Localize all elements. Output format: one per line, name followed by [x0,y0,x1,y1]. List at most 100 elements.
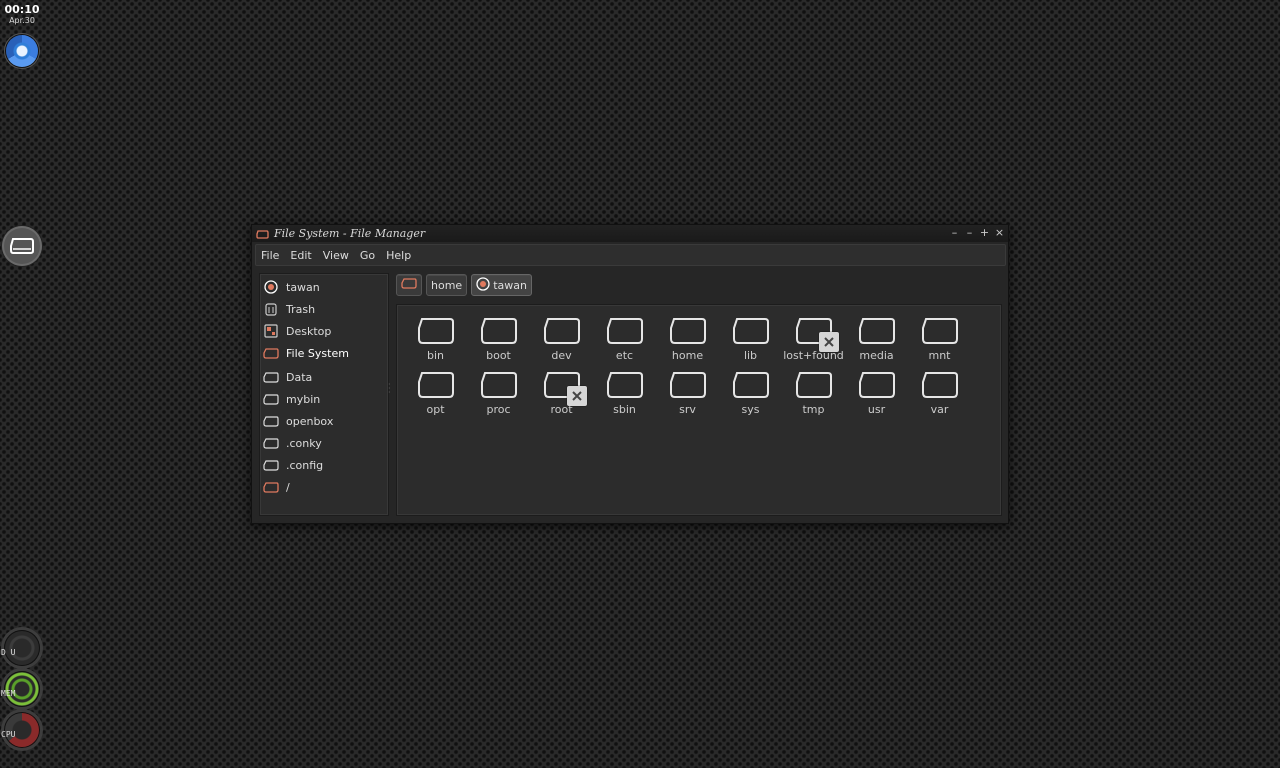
sidebar-item-desktop[interactable]: Desktop [260,320,388,342]
sidebar-item-openbox[interactable]: openbox [260,410,388,432]
sidebar-item-conky[interactable]: .conky [260,432,388,454]
menu-view[interactable]: View [318,249,355,262]
chromium-icon[interactable] [6,35,38,67]
sidebar-item-label: tawan [286,280,320,294]
path-bar: home tawan [396,274,532,296]
menu-help[interactable]: Help [381,249,417,262]
sidebar: tawan Trash Desktop File System Data myb… [259,273,389,516]
folder-icon [858,371,896,399]
folder-icon [263,414,279,428]
window-title: File System - File Manager [274,227,426,240]
folder-item[interactable]: srv [656,371,719,416]
drive-icon[interactable] [2,226,42,266]
folder-name: bin [426,349,444,362]
sidebar-item-label: / [286,480,290,494]
window-titlebar[interactable]: File System - File Manager – – + × [252,225,1008,242]
sidebar-item-tawan[interactable]: tawan [260,276,388,298]
clock-time: 00:10 [4,3,40,16]
path-button-root[interactable] [396,274,422,296]
folder-icon [417,371,455,399]
folder-item[interactable]: home [656,317,719,362]
file-view[interactable]: bin boot dev etc home lib lost+found med… [396,304,1002,516]
locked-emblem-icon [818,332,839,352]
folder-icon [263,392,279,406]
folder-item[interactable]: lost+found [782,317,845,362]
sidebar-item-label: Trash [286,302,316,316]
path-button-label: home [431,278,463,292]
folder-icon [732,317,770,345]
folder-item[interactable]: etc [593,317,656,362]
folder-name: tmp [802,403,825,416]
folder-icon [263,436,279,450]
folder-item[interactable]: tmp [782,371,845,416]
folder-icon [480,371,518,399]
folder-name: sys [741,403,760,416]
gauge-label: MEM [1,689,16,698]
sidebar-item-data[interactable]: Data [260,366,388,388]
trash-icon [263,302,279,316]
sidebar-item-mybin[interactable]: mybin [260,388,388,410]
sidebar-item-root[interactable]: / [260,476,388,498]
folder-name: var [930,403,949,416]
folder-item[interactable]: sys [719,371,782,416]
folder-item[interactable]: bin [404,317,467,362]
folder-icon [606,371,644,399]
drive-icon [263,480,279,494]
desktop-icon [263,324,279,338]
shade-button[interactable]: – [949,226,960,239]
folder-icon [795,371,833,399]
path-button-home[interactable]: home [426,274,468,296]
folder-item[interactable]: mnt [908,317,971,362]
file-manager-window: File System - File Manager – – + × File … [251,224,1009,524]
pane-splitter[interactable]: · · · [388,381,392,397]
file-grid: bin boot dev etc home lib lost+found med… [404,317,971,416]
folder-name: boot [486,349,511,362]
folder-item[interactable]: proc [467,371,530,416]
folder-item[interactable]: opt [404,371,467,416]
sidebar-item-config[interactable]: .config [260,454,388,476]
home-icon [263,280,279,294]
sidebar-item-label: .conky [286,436,322,450]
menu-edit[interactable]: Edit [285,249,317,262]
sidebar-item-label: Data [286,370,313,384]
folder-icon [858,317,896,345]
folder-item[interactable]: usr [845,371,908,416]
folder-icon [732,371,770,399]
folder-name: home [671,349,704,362]
cpu-gauge: CPU [1,712,40,748]
folder-icon [543,317,581,345]
folder-item[interactable]: media [845,317,908,362]
home-icon [476,276,490,294]
folder-name: dev [551,349,572,362]
folder-item[interactable]: boot [467,317,530,362]
menu-bar: File Edit View Go Help [255,244,1006,266]
folder-icon [606,317,644,345]
folder-icon [543,371,587,406]
sidebar-item-file-system[interactable]: File System [260,342,388,364]
sidebar-item-label: File System [286,346,349,360]
menu-file[interactable]: File [256,249,285,262]
folder-name: sbin [613,403,636,416]
folder-item[interactable]: root [530,371,593,416]
maximize-button[interactable]: + [979,226,990,239]
disk-usage-gauge: D U [1,630,40,666]
path-button-tawan[interactable]: tawan [471,274,532,296]
folder-item[interactable]: sbin [593,371,656,416]
minimize-button[interactable]: – [964,226,975,239]
folder-name: opt [426,403,445,416]
folder-item[interactable]: dev [530,317,593,362]
folder-name: srv [679,403,696,416]
clock-widget: 00:10 Apr.30 [4,3,40,26]
folder-name: lib [743,349,758,362]
folder-item[interactable]: lib [719,317,782,362]
close-button[interactable]: × [994,226,1005,239]
gauge-label: CPU [1,730,16,739]
drive-icon [401,278,417,292]
menu-go[interactable]: Go [355,249,381,262]
folder-icon [480,317,518,345]
folder-item[interactable]: var [908,371,971,416]
sidebar-item-label: .config [286,458,324,472]
folder-name: usr [867,403,886,416]
sidebar-item-trash[interactable]: Trash [260,298,388,320]
folder-icon [921,317,959,345]
